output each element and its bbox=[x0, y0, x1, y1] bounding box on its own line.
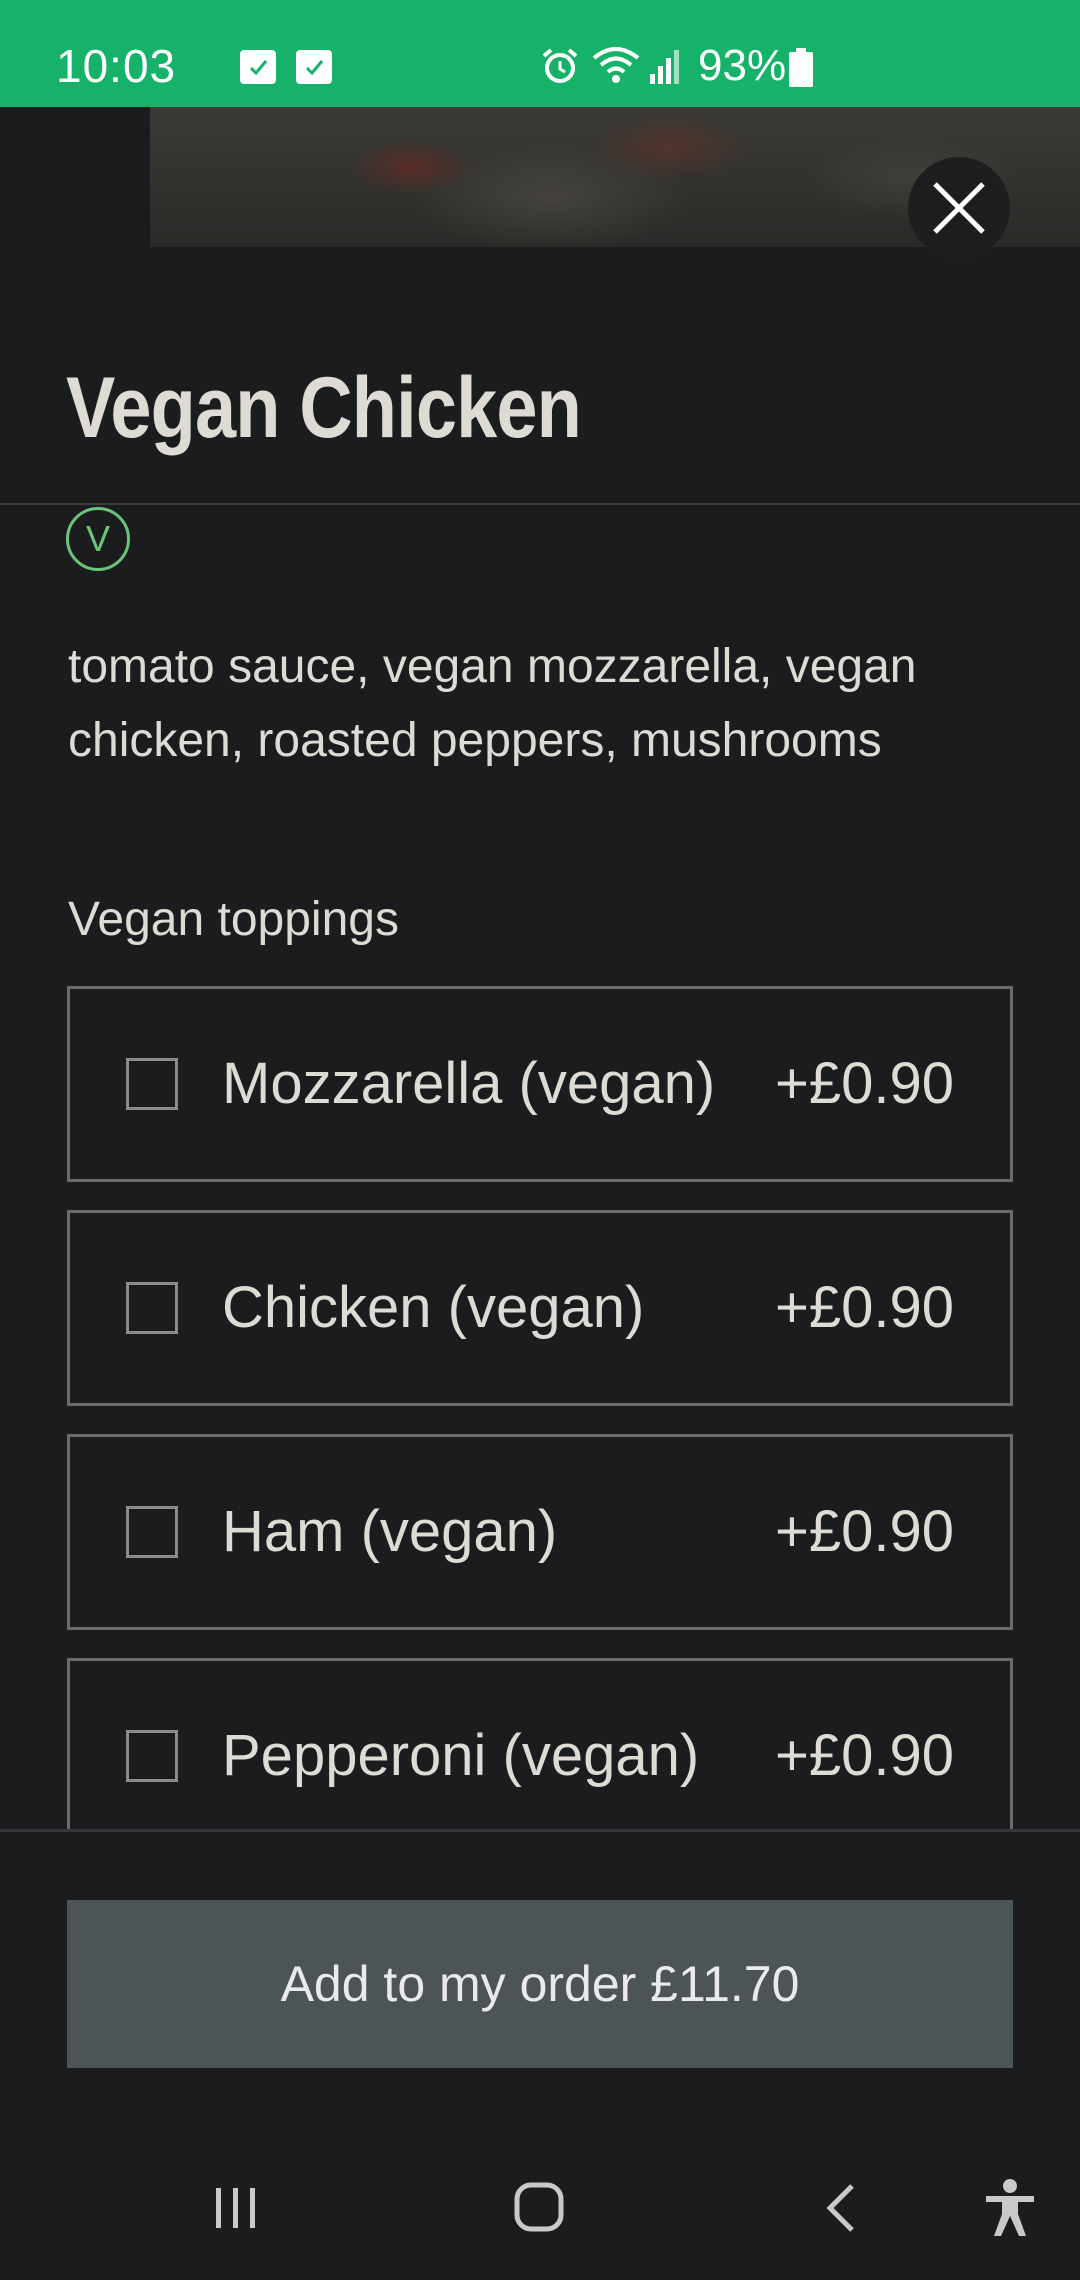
close-icon bbox=[933, 182, 985, 234]
topping-option[interactable]: Chicken (vegan) +£0.90 bbox=[67, 1210, 1013, 1406]
checkbox[interactable] bbox=[126, 1282, 178, 1334]
check-notification-icon bbox=[296, 50, 332, 84]
back-icon[interactable] bbox=[822, 2182, 862, 2234]
close-button[interactable] bbox=[908, 157, 1010, 259]
topping-name: Chicken (vegan) bbox=[222, 1275, 645, 1340]
topping-option[interactable]: Pepperoni (vegan) +£0.90 bbox=[67, 1658, 1013, 1854]
topping-name: Pepperoni (vegan) bbox=[222, 1723, 700, 1788]
battery-percentage: 93% bbox=[698, 41, 787, 90]
topping-price: +£0.90 bbox=[774, 1051, 954, 1116]
divider bbox=[0, 503, 1080, 505]
product-detail-screen: 10:03 93% Vegan Chicken V tomato sauce, … bbox=[0, 0, 1080, 2280]
status-bar: 10:03 93% bbox=[0, 0, 1080, 107]
status-time: 10:03 bbox=[56, 40, 177, 92]
topping-option[interactable]: Mozzarella (vegan) +£0.90 bbox=[67, 986, 1013, 1182]
navigation-bar bbox=[0, 2134, 1080, 2280]
topping-price: +£0.90 bbox=[774, 1499, 954, 1564]
battery-icon bbox=[789, 48, 813, 87]
topping-name: Ham (vegan) bbox=[222, 1499, 558, 1564]
add-to-order-button[interactable]: Add to my order £11.70 bbox=[67, 1900, 1013, 2068]
check-notification-icon bbox=[240, 50, 276, 84]
home-icon[interactable] bbox=[512, 2180, 566, 2234]
vegan-badge-icon: V bbox=[66, 507, 130, 571]
wifi-icon bbox=[592, 47, 640, 83]
checkbox[interactable] bbox=[126, 1506, 178, 1558]
checkbox[interactable] bbox=[126, 1730, 178, 1782]
recent-apps-icon[interactable] bbox=[212, 2184, 260, 2232]
accessibility-icon[interactable] bbox=[982, 2178, 1038, 2238]
topping-price: +£0.90 bbox=[774, 1723, 954, 1788]
checkbox[interactable] bbox=[126, 1058, 178, 1110]
product-description: tomato sauce, vegan mozzarella, vegan ch… bbox=[68, 640, 917, 767]
toppings-section-label: Vegan toppings bbox=[68, 893, 399, 946]
topping-option[interactable]: Ham (vegan) +£0.90 bbox=[67, 1434, 1013, 1630]
topping-name: Mozzarella (vegan) bbox=[222, 1051, 716, 1116]
alarm-icon bbox=[542, 48, 578, 83]
topping-price: +£0.90 bbox=[774, 1275, 954, 1340]
product-title: Vegan Chicken bbox=[66, 360, 582, 456]
signal-icon bbox=[650, 50, 679, 84]
